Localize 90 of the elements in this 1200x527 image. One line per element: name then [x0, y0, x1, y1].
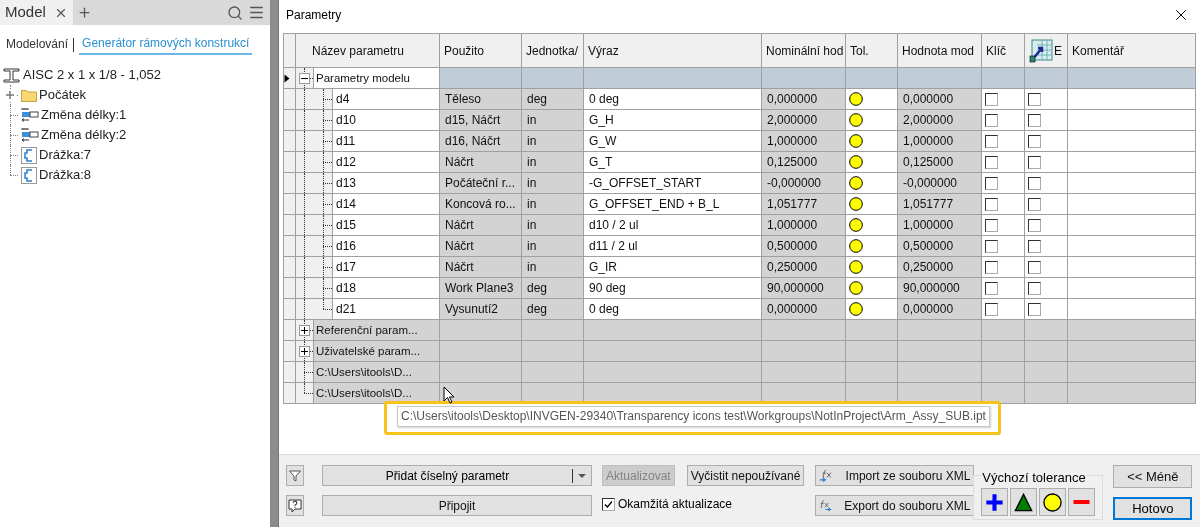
- checkbox[interactable]: [602, 497, 615, 511]
- tree-root-label[interactable]: AISC 2 x 1 x 1/8 - 1,052: [23, 65, 162, 85]
- checkbox[interactable]: [985, 92, 998, 106]
- parameter-name-cell: d14: [332, 194, 439, 214]
- search-icon[interactable]: [227, 4, 243, 21]
- tree-item-label[interactable]: Drážka:8: [39, 165, 92, 185]
- slot-icon: [21, 146, 37, 164]
- expand-icon[interactable]: [299, 346, 310, 357]
- menu-icon[interactable]: [248, 4, 265, 21]
- group-name-cell[interactable]: Uživatelské param...: [313, 341, 439, 361]
- mode-tab[interactable]: Generátor rámových konstrukcí: [79, 34, 253, 55]
- column-header[interactable]: Klíč: [981, 33, 1025, 68]
- parameter-name-cell: d4: [332, 89, 439, 109]
- parameter-name-cell: d15: [332, 215, 439, 235]
- column-header[interactable]: Použito: [439, 33, 522, 68]
- checkbox[interactable]: [1028, 134, 1041, 148]
- checkbox[interactable]: [985, 155, 998, 169]
- column-header[interactable]: Tol.: [845, 33, 898, 68]
- checkbox[interactable]: [985, 239, 998, 253]
- checkbox[interactable]: [1028, 302, 1041, 316]
- column-header[interactable]: Výraz: [583, 33, 762, 68]
- checkbox[interactable]: [985, 176, 998, 190]
- tree-item-label[interactable]: Změna délky:2: [41, 125, 127, 145]
- filter-button[interactable]: [286, 465, 304, 486]
- done-button[interactable]: Hotovo: [1113, 497, 1193, 520]
- checkbox[interactable]: [985, 134, 998, 148]
- less-button[interactable]: << Méně: [1113, 465, 1193, 488]
- model-tab[interactable]: Model: [0, 0, 73, 25]
- parameter-name-cell: d21: [332, 299, 439, 319]
- current-row-icon: [284, 73, 290, 83]
- checkbox[interactable]: [985, 218, 998, 232]
- checkbox[interactable]: [985, 113, 998, 127]
- column-header[interactable]: E: [1024, 33, 1068, 68]
- group-name-cell[interactable]: C:\Users\itools\D...: [313, 383, 439, 403]
- tree-item-label[interactable]: Počátek: [39, 85, 86, 105]
- help-icon: [288, 498, 302, 513]
- expand-icon[interactable]: [299, 325, 310, 336]
- checkbox[interactable]: [1028, 197, 1041, 211]
- column-header[interactable]: Název parametru: [295, 33, 440, 68]
- parameter-name-cell: d13: [332, 173, 439, 193]
- checkbox[interactable]: [1028, 218, 1041, 232]
- export-button[interactable]: Export do souboru XML: [815, 495, 975, 516]
- add-parameter-button[interactable]: Přidat číselný parametr: [322, 465, 592, 486]
- slot-icon: [21, 166, 37, 184]
- checkbox[interactable]: [985, 281, 998, 295]
- mouse-pointer-icon: [443, 386, 455, 404]
- checkbox[interactable]: [985, 302, 998, 316]
- column-header[interactable]: Nominální hod: [761, 33, 846, 68]
- folder-icon: [21, 88, 37, 102]
- parameter-name-cell: d12: [332, 152, 439, 172]
- column-header[interactable]: Komentář: [1067, 33, 1196, 68]
- column-header[interactable]: Hodnota mod: [897, 33, 982, 68]
- length-change-icon: [21, 127, 39, 143]
- column-header[interactable]: Jednotka/: [521, 33, 584, 68]
- function-export-icon: [819, 497, 833, 514]
- row-header[interactable]: [283, 67, 296, 89]
- group-name-cell[interactable]: C:\Users\itools\D...: [313, 362, 439, 382]
- checkbox-label: Okamžitá aktualizace: [618, 496, 733, 513]
- add-tab-icon[interactable]: [76, 5, 92, 20]
- i-beam-icon: [3, 67, 20, 83]
- mode-tab[interactable]: Modelování: [6, 35, 69, 54]
- checkbox[interactable]: [1028, 92, 1041, 106]
- parameter-name-cell: d18: [332, 278, 439, 298]
- checkbox[interactable]: [1028, 176, 1041, 190]
- parameter-name-cell: d10: [332, 110, 439, 130]
- tree-item-label[interactable]: Změna délky:1: [41, 105, 127, 125]
- group-name-cell[interactable]: Referenční param...: [313, 320, 439, 340]
- function-import-icon: [819, 467, 834, 484]
- checkbox[interactable]: [1028, 239, 1041, 253]
- link-button[interactable]: Připojit: [322, 495, 592, 516]
- length-change-icon: [21, 107, 39, 123]
- spreadsheet-export-icon: [1029, 38, 1053, 63]
- tree-item-label[interactable]: Drážka:7: [39, 145, 92, 165]
- parameter-name-cell: d17: [332, 257, 439, 277]
- tooltip: C:\Users\itools\Desktop\INVGEN-29340\Transparency icons test\Workgroups\NotInProject\Arm_Assy_SUB.ipt: [397, 406, 990, 427]
- parameter-name-cell: d11: [332, 131, 439, 151]
- checkbox[interactable]: [1028, 113, 1041, 127]
- collapse-icon[interactable]: [299, 73, 310, 84]
- help-button[interactable]: [286, 495, 304, 516]
- filter-icon: [289, 469, 301, 482]
- import-button[interactable]: Import ze souboru XML: [815, 465, 975, 486]
- checkbox[interactable]: [1028, 281, 1041, 295]
- checkbox[interactable]: [985, 197, 998, 211]
- group-name-cell[interactable]: Parametry modelu: [313, 68, 439, 88]
- parameter-name-cell: d16: [332, 236, 439, 256]
- purge-button[interactable]: Vyčistit nepoužívané: [686, 465, 805, 486]
- checkbox[interactable]: [1028, 155, 1041, 169]
- checkbox[interactable]: [1028, 260, 1041, 274]
- checkbox[interactable]: [985, 260, 998, 274]
- window-title: Parametry: [286, 7, 342, 24]
